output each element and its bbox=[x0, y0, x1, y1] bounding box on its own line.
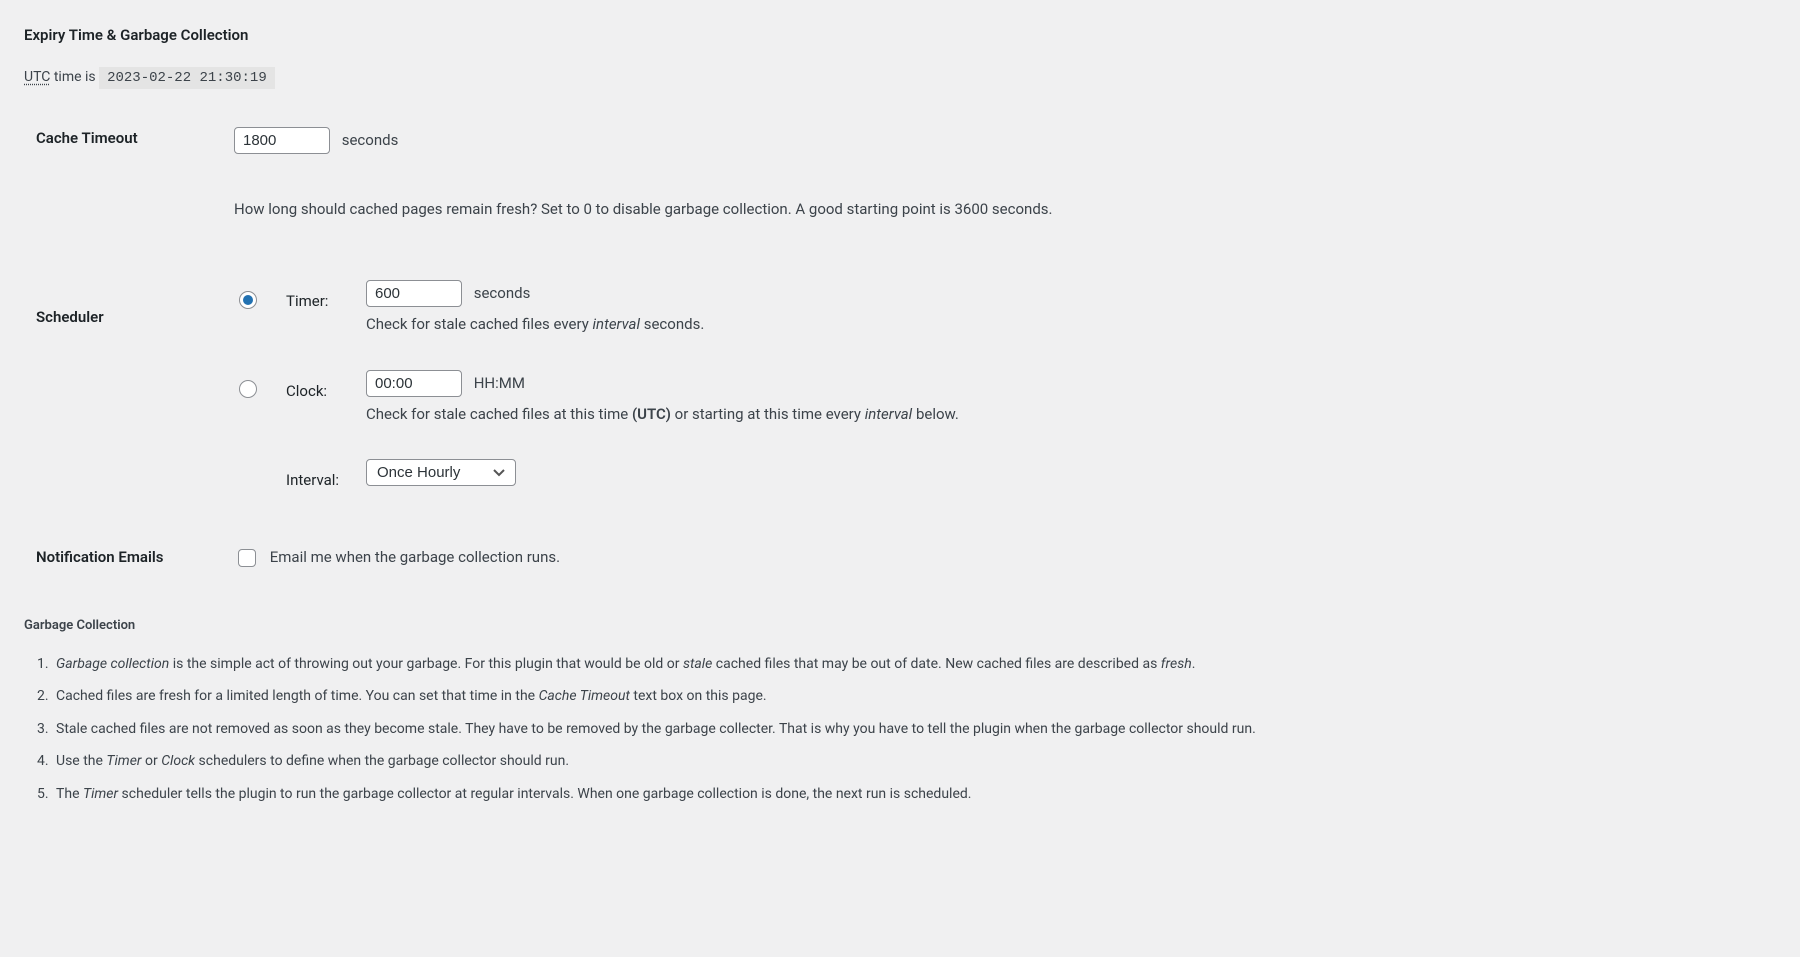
scheduler-clock-input[interactable] bbox=[366, 370, 462, 397]
scheduler-clock-label: Clock: bbox=[286, 370, 366, 460]
scheduler-timer-input[interactable] bbox=[366, 280, 462, 307]
scheduler-interval-label: Interval: bbox=[286, 459, 366, 492]
scheduler-interval-select[interactable]: Once Hourly bbox=[366, 459, 516, 486]
notification-emails-option[interactable]: Email me when the garbage collection run… bbox=[234, 548, 560, 566]
expiry-heading: Expiry Time & Garbage Collection bbox=[24, 24, 1776, 47]
utc-abbr: UTC bbox=[24, 69, 50, 85]
list-item: Use the Timer or Clock schedulers to def… bbox=[52, 750, 1776, 772]
scheduler-label: Scheduler bbox=[24, 230, 224, 502]
list-item: The Timer scheduler tells the plugin to … bbox=[52, 783, 1776, 805]
cache-timeout-input[interactable] bbox=[234, 127, 330, 154]
utc-label: time is bbox=[50, 69, 99, 85]
notification-emails-label: Notification Emails bbox=[24, 502, 224, 580]
utc-time-line: UTC time is 2023-02-22 21:30:19 bbox=[24, 67, 1776, 89]
notification-emails-checkbox[interactable] bbox=[238, 549, 256, 567]
scheduler-timer-help: Check for stale cached files every inter… bbox=[366, 313, 959, 336]
list-item: Cached files are fresh for a limited len… bbox=[52, 685, 1776, 707]
scheduler-timer-unit: seconds bbox=[474, 284, 531, 302]
notification-emails-text: Email me when the garbage collection run… bbox=[270, 548, 560, 566]
cache-timeout-description: How long should cached pages remain fres… bbox=[234, 198, 1766, 221]
scheduler-clock-unit: HH:MM bbox=[474, 374, 525, 392]
scheduler-clock-radio[interactable] bbox=[239, 380, 257, 398]
list-item: Garbage collection is the simple act of … bbox=[52, 653, 1776, 675]
utc-time-value: 2023-02-22 21:30:19 bbox=[99, 67, 275, 89]
scheduler-timer-radio[interactable] bbox=[239, 291, 257, 309]
scheduler-clock-help: Check for stale cached files at this tim… bbox=[366, 403, 959, 426]
list-item: Stale cached files are not removed as so… bbox=[52, 718, 1776, 740]
garbage-collection-list: Garbage collection is the simple act of … bbox=[52, 653, 1776, 805]
garbage-collection-heading: Garbage Collection bbox=[24, 616, 1776, 636]
scheduler-timer-label: Timer: bbox=[286, 280, 366, 370]
cache-timeout-unit: seconds bbox=[342, 131, 399, 149]
cache-timeout-label: Cache Timeout bbox=[24, 117, 224, 231]
